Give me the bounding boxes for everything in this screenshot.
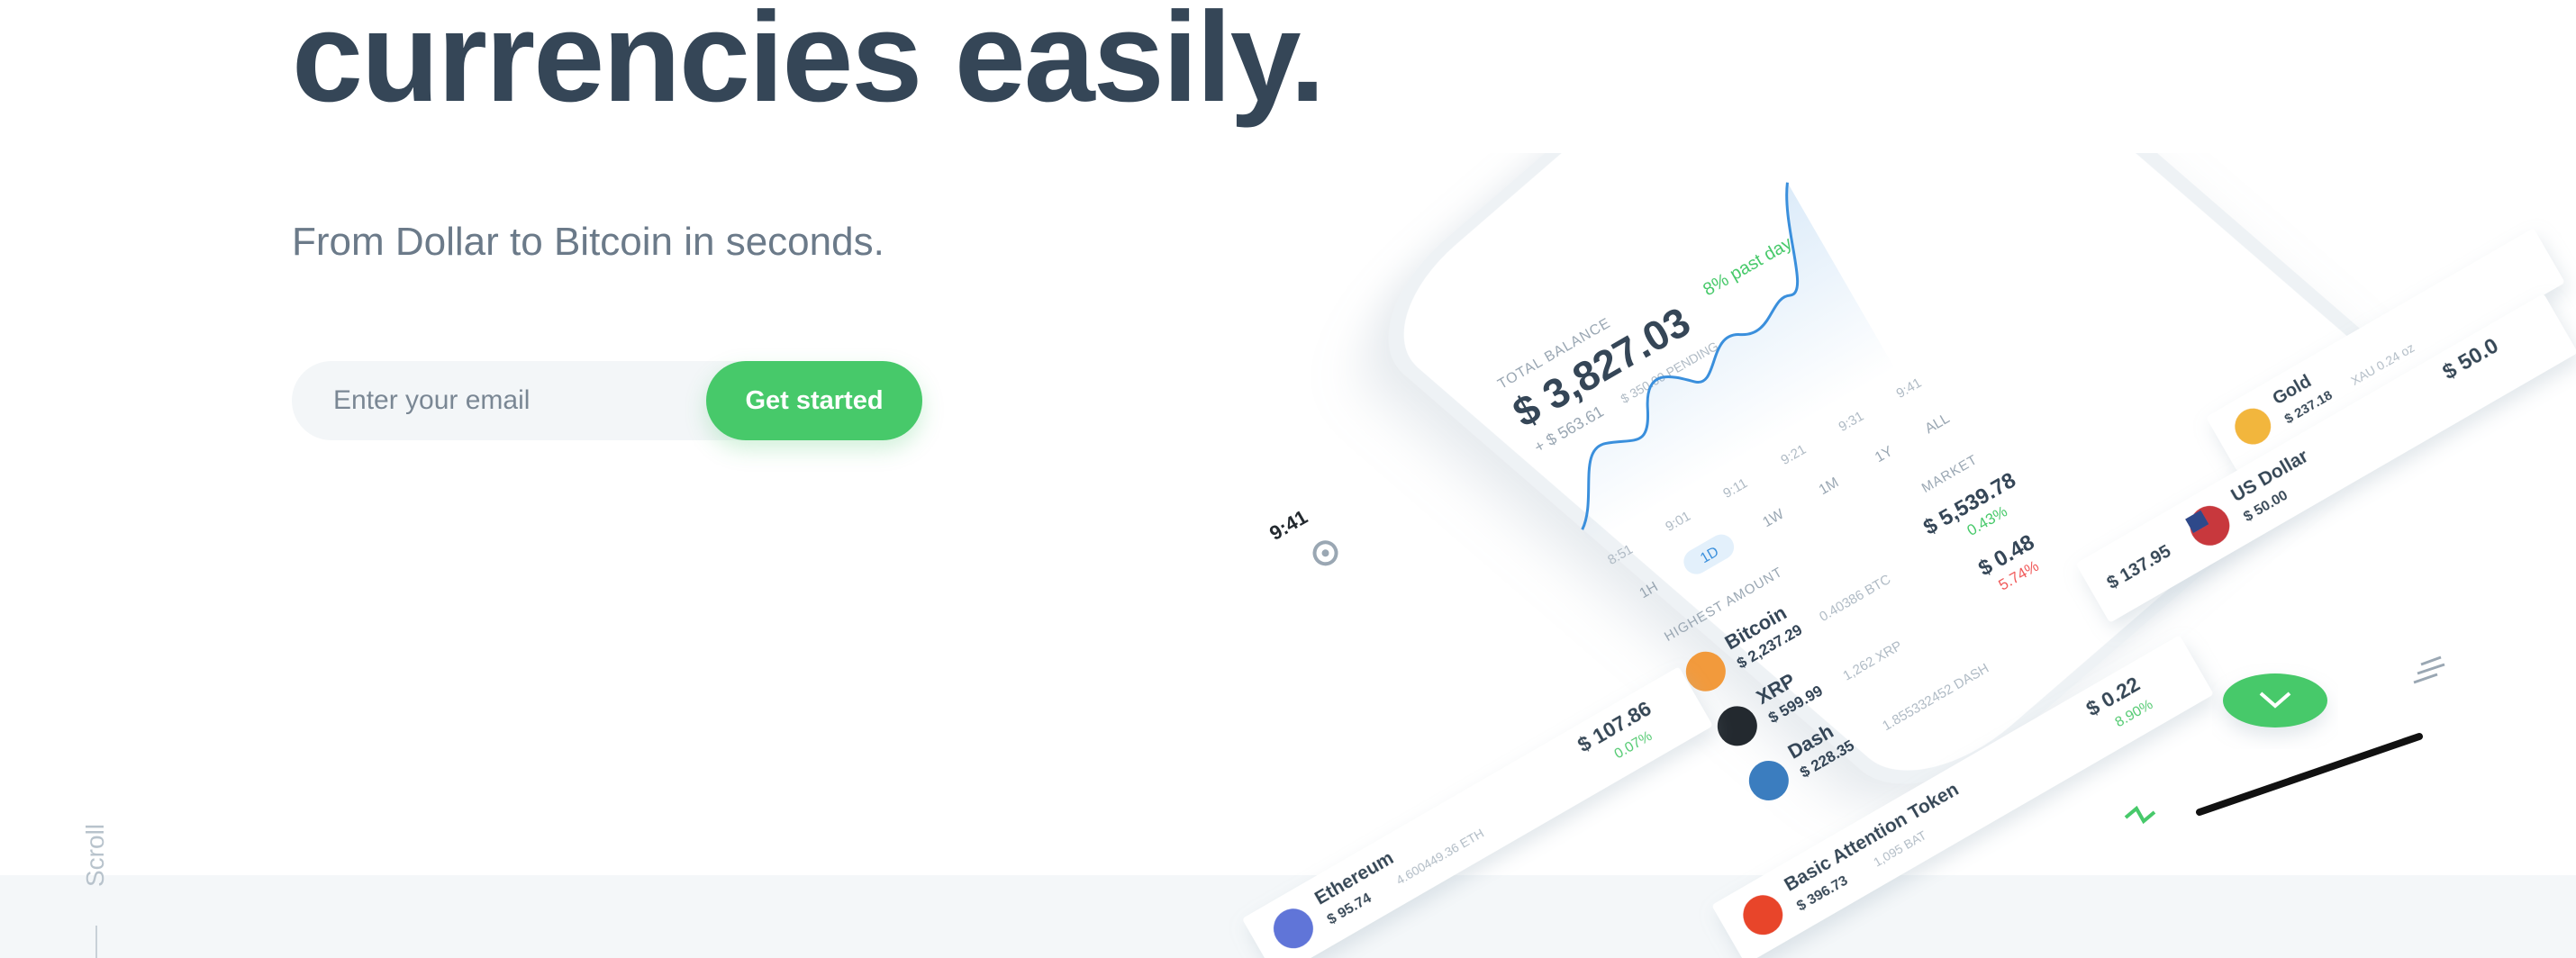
settings-icon[interactable] (1311, 538, 1340, 568)
signup-form: Get started (292, 361, 922, 440)
status-time: 9:41 (1265, 505, 1311, 545)
hero-headline: currencies easily. (292, 0, 1325, 129)
hero-subhead: From Dollar to Bitcoin in seconds. (292, 220, 884, 264)
menu-icon[interactable] (2413, 655, 2445, 684)
exchange-fab[interactable] (2223, 673, 2327, 728)
dash-icon (1748, 760, 1789, 800)
scroll-label: Scroll (81, 823, 109, 888)
home-indicator (2196, 733, 2423, 816)
exchange-button[interactable] (2223, 673, 2327, 728)
device-illustration: 9:41 TOTAL BALANCE $ 3,827.03 8% past da… (1242, 153, 2576, 958)
get-started-button[interactable]: Get started (706, 361, 922, 440)
xrp-icon (1717, 706, 1757, 746)
floating-card-ethereum[interactable]: Ethereum $ 95.74 4.600449.36 ETH $ 107.8… (1242, 666, 1713, 958)
email-field[interactable] (333, 361, 694, 440)
chart-tab-icon[interactable] (2124, 805, 2156, 825)
scroll-indicator[interactable]: Scroll (81, 819, 110, 958)
scroll-line (95, 926, 97, 958)
